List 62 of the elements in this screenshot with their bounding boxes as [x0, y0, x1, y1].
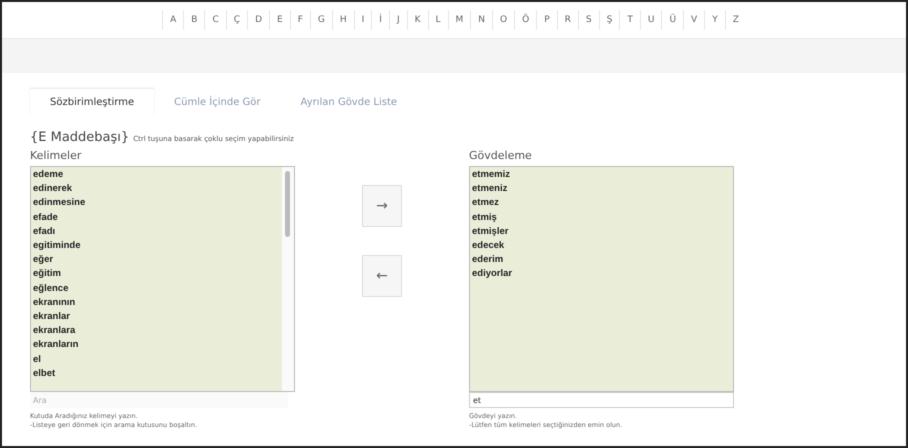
letter-link[interactable]: V — [683, 10, 704, 30]
list-item[interactable]: eğer — [33, 253, 280, 268]
list-item[interactable]: elbet — [33, 366, 280, 382]
entry-title: {E Maddebaşı} — [30, 130, 130, 145]
search-field[interactable]: Ara — [30, 392, 288, 408]
letter-link[interactable]: J — [388, 10, 407, 30]
list-label: Gövdeleme — [469, 149, 533, 162]
letter-link[interactable]: Ç — [226, 10, 248, 30]
list-item[interactable]: eğitim — [33, 267, 280, 282]
letter-link[interactable]: A — [162, 10, 184, 30]
letter-link[interactable]: Z — [724, 10, 746, 30]
list-item[interactable]: ediyorlar — [472, 267, 731, 282]
letter-link[interactable]: T — [619, 10, 640, 30]
word-list[interactable]: edeme edinerek edinmesine efade efadı egitiminde eğer eğitim eğlence ekranının ekranlar ekranlara ekranların el elbet — [30, 166, 295, 392]
letter-link[interactable]: O — [492, 10, 514, 30]
list-item[interactable]: efade — [33, 210, 280, 225]
letter-link[interactable]: L — [428, 10, 448, 30]
list-item[interactable]: ekranlara — [33, 324, 280, 338]
list-item[interactable]: efadı — [33, 224, 280, 240]
letter-link[interactable]: İ — [371, 10, 389, 30]
letter-link[interactable]: C — [204, 10, 226, 30]
search-field[interactable]: et — [469, 392, 734, 408]
letter-link[interactable]: P — [536, 10, 557, 30]
list-item[interactable]: edinmesine — [33, 196, 280, 211]
tab[interactable]: Sözbirimleştirme — [30, 89, 154, 116]
letter-link[interactable]: Y — [704, 10, 725, 30]
list-item[interactable]: egitiminde — [33, 239, 280, 254]
list-item[interactable]: ederim — [472, 253, 731, 268]
letter-link[interactable]: H — [332, 10, 354, 30]
letter-link[interactable]: E — [269, 10, 290, 30]
letter-link[interactable]: S — [578, 10, 599, 30]
letter-link[interactable]: R — [556, 10, 578, 30]
list-item[interactable]: etmeniz — [472, 182, 731, 196]
letter-link[interactable]: K — [406, 10, 428, 30]
list-item[interactable]: ekranının — [33, 296, 280, 310]
letter-link[interactable]: I — [354, 10, 372, 30]
move-button[interactable]: → — [362, 185, 402, 227]
letter-link[interactable]: M — [448, 10, 470, 30]
letter-link[interactable]: U — [640, 10, 662, 30]
letter-link[interactable]: Ö — [514, 10, 536, 30]
letter-link[interactable]: B — [183, 10, 204, 30]
list-item[interactable]: el — [33, 352, 280, 367]
list-label: Kelimeler — [30, 149, 82, 162]
list-item[interactable]: etmişler — [472, 224, 731, 240]
letter-link[interactable]: Ş — [598, 10, 620, 30]
letter-link[interactable]: G — [310, 10, 332, 30]
stem-list[interactable]: etmemiz etmeniz etmez etmiş etmişler edecek ederim ediyorlar — [469, 166, 734, 392]
list-item[interactable]: eğlence — [33, 282, 280, 296]
list-item[interactable]: etmez — [472, 196, 731, 211]
list-item[interactable]: edeme — [33, 168, 280, 182]
list-item[interactable]: etmemiz — [472, 168, 731, 182]
scrollbar-thumb[interactable] — [285, 171, 290, 237]
letter-link[interactable]: D — [247, 10, 269, 30]
letter-link[interactable]: Ü — [661, 10, 684, 30]
list-item[interactable]: etmiş — [472, 210, 731, 225]
letter-link[interactable]: N — [470, 10, 492, 30]
list-item[interactable]: ekranların — [33, 338, 280, 353]
list-item[interactable]: edinerek — [33, 182, 280, 196]
letter-link[interactable]: F — [290, 10, 310, 30]
list-item[interactable]: edecek — [472, 239, 731, 254]
list-item[interactable]: ekranlar — [33, 310, 280, 324]
move-button[interactable]: ← — [362, 255, 402, 297]
